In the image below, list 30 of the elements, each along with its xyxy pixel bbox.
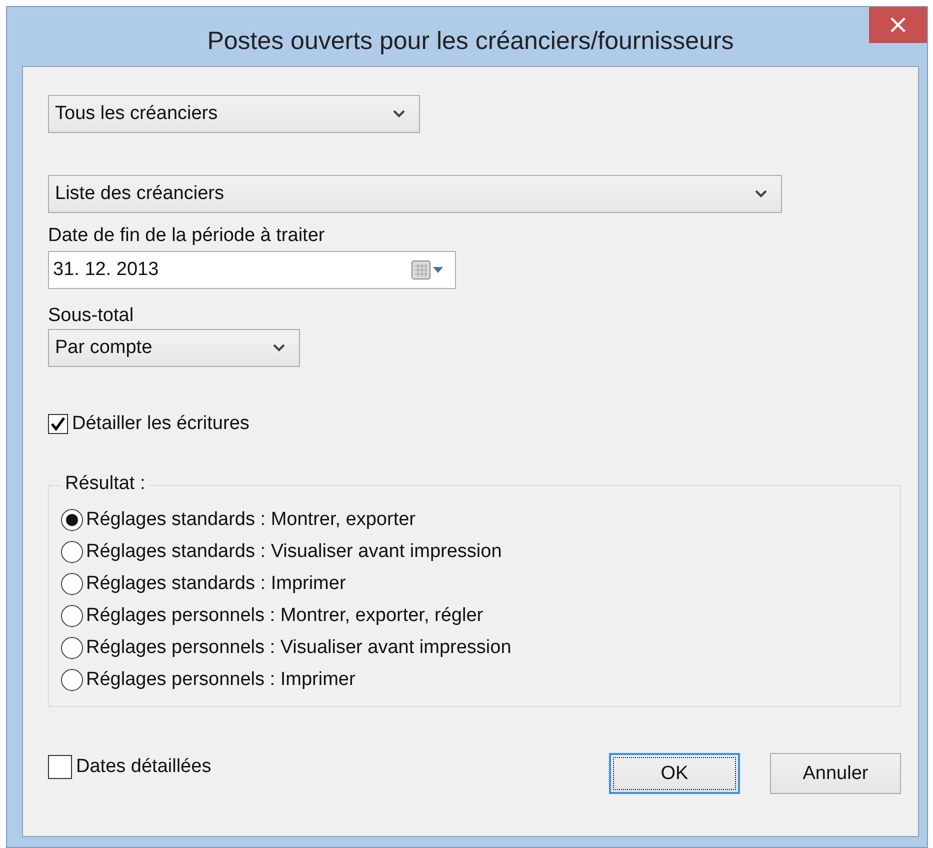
radio-button[interactable] <box>61 669 83 691</box>
radio-label: Réglages personnels : Montrer, exporter, régler <box>86 605 484 627</box>
radio-button[interactable] <box>61 637 83 659</box>
close-button[interactable]: × <box>869 7 927 43</box>
chevron-icon <box>393 110 405 118</box>
radio-label: Réglages standards : Visualiser avant impression <box>86 541 502 563</box>
window-title: Postes ouverts pour les créanciers/fournisseurs <box>207 27 734 56</box>
field-label: Date de fin de la période à traiter <box>48 224 326 248</box>
radio-label: Réglages personnels : Imprimer <box>86 669 356 691</box>
cancel-button[interactable]: Annuler <box>770 753 901 794</box>
radio-button[interactable] <box>61 573 83 595</box>
chevron-icon <box>755 190 767 198</box>
radio-label: Réglages standards : Montrer, exporter <box>86 509 416 531</box>
calendar-icon[interactable] <box>411 260 445 280</box>
checkbox-label: Dates détaillées <box>76 756 212 778</box>
creditor-dropdown[interactable]: Tous les créanciers <box>48 95 420 133</box>
checkbox[interactable] <box>48 414 68 434</box>
radio-button[interactable] <box>61 605 83 627</box>
radio-button[interactable] <box>61 541 83 563</box>
ok-button[interactable]: OK <box>609 753 740 794</box>
radio-button[interactable] <box>61 509 83 531</box>
date-field[interactable]: 31. 12. 2013 <box>48 251 456 289</box>
radio-label: Réglages personnels : Visualiser avant impression <box>86 637 512 659</box>
checkbox[interactable] <box>48 755 72 779</box>
chevron-icon <box>273 344 285 352</box>
checkbox-label: Détailler les écritures <box>72 413 250 435</box>
report-dropdown[interactable]: Liste des créanciers <box>48 175 782 213</box>
subtotal-dropdown[interactable]: Par compte <box>48 329 300 367</box>
field-label: Sous-total <box>48 304 135 328</box>
radio-label: Réglages standards : Imprimer <box>86 573 346 595</box>
